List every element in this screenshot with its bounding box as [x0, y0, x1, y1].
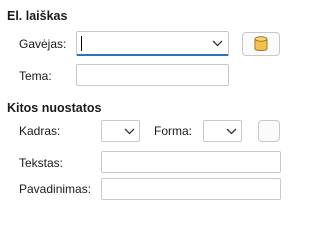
- frame-combobox[interactable]: [101, 120, 140, 142]
- chevron-down-icon: [226, 128, 236, 134]
- email-section-title: El. laiškas: [7, 9, 68, 23]
- name-input[interactable]: [101, 178, 281, 200]
- name-label: Pavadinimas:: [19, 182, 92, 196]
- address-book-button[interactable]: [242, 32, 280, 56]
- recipient-combobox[interactable]: [76, 31, 229, 56]
- chevron-down-icon: [212, 40, 222, 46]
- form-options-button[interactable]: [258, 120, 280, 142]
- text-cursor: [81, 36, 82, 51]
- text-label: Tekstas:: [19, 156, 64, 170]
- form-dropdown-button[interactable]: [222, 121, 240, 141]
- database-icon: [254, 36, 268, 51]
- text-input[interactable]: [101, 151, 281, 173]
- form-combobox[interactable]: [203, 120, 242, 142]
- chevron-down-icon: [124, 128, 134, 134]
- recipient-dropdown-button[interactable]: [208, 32, 226, 54]
- subject-input[interactable]: [76, 64, 229, 86]
- frame-dropdown-button[interactable]: [120, 121, 138, 141]
- form-label: Forma:: [154, 124, 193, 138]
- subject-label: Tema:: [19, 69, 52, 83]
- recipient-label: Gavėjas:: [19, 37, 67, 51]
- frame-label: Kadras:: [19, 124, 61, 138]
- other-settings-section-title: Kitos nuostatos: [7, 101, 102, 115]
